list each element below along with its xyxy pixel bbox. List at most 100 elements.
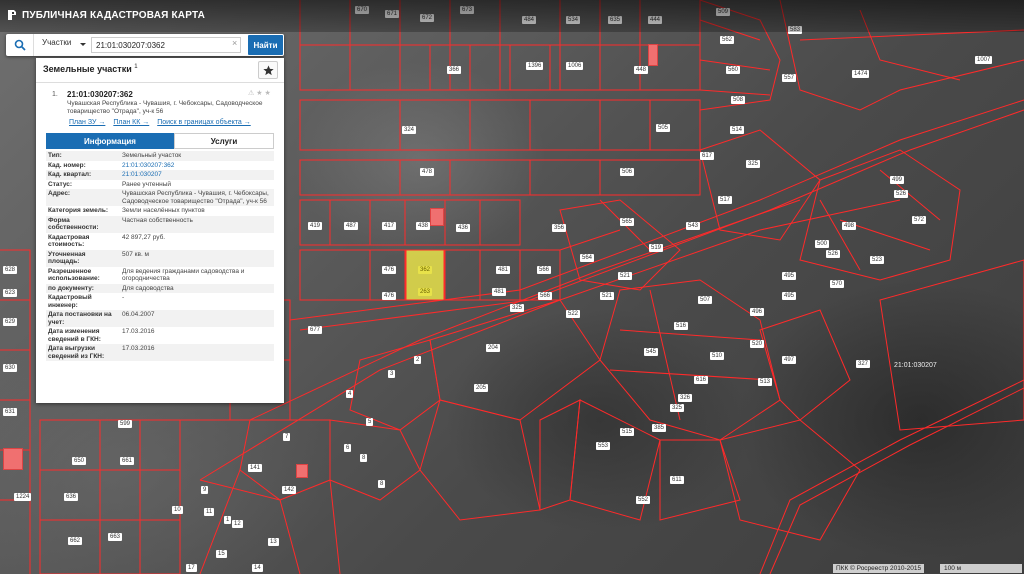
plot-label[interactable]: 11 — [204, 508, 215, 516]
result-cad-number[interactable]: 21:01:030207:362 — [67, 90, 133, 99]
plot-label[interactable]: 324 — [402, 126, 417, 134]
plot-label[interactable]: 476 — [382, 266, 397, 274]
plot-label[interactable]: 508 — [731, 96, 746, 104]
plot-label[interactable]: 611 — [670, 476, 684, 484]
search-input[interactable] — [91, 37, 241, 53]
plot-label[interactable]: 142 — [282, 486, 297, 494]
plot-label[interactable]: 10 — [172, 506, 183, 514]
plot-label[interactable]: 481 — [496, 266, 511, 274]
star-button[interactable] — [258, 61, 278, 79]
search-in-bounds-link[interactable]: Поиск в границах объекта → — [157, 119, 251, 126]
plot-label[interactable]: 487 — [344, 222, 359, 230]
search-icon[interactable] — [6, 34, 34, 56]
plot-label[interactable]: 570 — [830, 280, 845, 288]
plot-label[interactable]: 204 — [486, 344, 501, 352]
plot-label[interactable]: 516 — [674, 322, 689, 330]
plot-label[interactable]: 564 — [580, 254, 595, 262]
plot-label[interactable]: 326 — [678, 394, 693, 402]
plot-label[interactable]: 599 — [118, 420, 133, 428]
plot-label[interactable]: 630 — [3, 364, 18, 372]
plot-label[interactable]: 8 — [360, 454, 368, 462]
plot-label[interactable]: 3 — [388, 370, 396, 378]
plot-label[interactable]: 513 — [758, 378, 773, 386]
plot-label[interactable]: 572 — [912, 216, 927, 224]
plot-label[interactable]: 1474 — [852, 70, 870, 78]
plot-label[interactable]: 519 — [649, 244, 664, 252]
plot-label[interactable]: 5 — [366, 418, 374, 426]
plot-label[interactable]: 1006 — [566, 62, 584, 70]
plot-label[interactable]: 325 — [670, 404, 685, 412]
clear-icon[interactable]: × — [232, 38, 237, 48]
plot-label[interactable]: 8 — [378, 480, 386, 488]
plot-label[interactable]: 15 — [216, 550, 227, 558]
plot-label[interactable]: 13 — [268, 538, 279, 546]
selected-plot-label[interactable]: 263 — [418, 288, 433, 296]
plot-label[interactable]: 545 — [644, 348, 659, 356]
plot-label[interactable]: 498 — [842, 222, 857, 230]
plot-label[interactable]: 562 — [720, 36, 735, 44]
plot-label[interactable]: 495 — [782, 272, 797, 280]
plot-label[interactable]: 141 — [248, 464, 263, 472]
plan-zu-link[interactable]: План ЗУ → — [69, 119, 105, 126]
plot-label[interactable]: 1007 — [975, 56, 993, 64]
plot-label[interactable]: 6 — [344, 444, 352, 452]
plot-label[interactable]: 14 — [252, 564, 263, 572]
plot-label[interactable]: 500 — [815, 240, 830, 248]
plot-label[interactable]: 526 — [826, 250, 841, 258]
plot-label[interactable]: 662 — [68, 537, 83, 545]
plot-label[interactable]: 650 — [72, 457, 87, 465]
result-tools[interactable]: ⚠ ★ ★ — [248, 89, 271, 97]
plot-label[interactable]: 2 — [414, 356, 422, 364]
tab-information[interactable]: Информация — [46, 133, 174, 149]
plot-label[interactable]: 566 — [537, 266, 552, 274]
plot-label[interactable]: 629 — [3, 318, 18, 326]
plot-label[interactable]: 325 — [510, 304, 525, 312]
plot-label[interactable]: 496 — [750, 308, 765, 316]
plot-label[interactable]: 205 — [474, 384, 489, 392]
plot-label[interactable]: 448 — [634, 66, 649, 74]
tab-services[interactable]: Услуги — [174, 133, 274, 149]
plot-label[interactable]: 12 — [232, 520, 243, 528]
plot-label[interactable]: 436 — [456, 224, 471, 232]
plot-label[interactable]: 661 — [120, 457, 135, 465]
plot-label[interactable]: 523 — [870, 256, 885, 264]
plan-kk-link[interactable]: План КК → — [113, 119, 149, 126]
plot-label[interactable]: 631 — [3, 408, 18, 416]
plot-label[interactable]: 623 — [3, 289, 18, 297]
plot-label[interactable]: 521 — [600, 292, 615, 300]
search-scope-select[interactable]: Участки — [42, 38, 71, 52]
plot-label[interactable]: 9 — [201, 486, 209, 494]
plot-label[interactable]: 4 — [346, 390, 354, 398]
plot-label[interactable]: 616 — [694, 376, 709, 384]
attr-value-link[interactable]: 21:01:030207 — [120, 170, 274, 180]
plot-label[interactable]: 565 — [620, 218, 635, 226]
plot-label[interactable]: 514 — [730, 126, 745, 134]
plot-label[interactable]: 506 — [620, 168, 635, 176]
plot-label[interactable]: 566 — [538, 292, 553, 300]
plot-label[interactable]: 481 — [492, 288, 507, 296]
plot-label[interactable]: 677 — [308, 326, 323, 334]
plot-label[interactable]: 628 — [3, 266, 18, 274]
plot-label[interactable]: 515 — [620, 428, 635, 436]
plot-label[interactable]: 478 — [420, 168, 435, 176]
plot-label[interactable]: 552 — [636, 496, 651, 504]
plot-label[interactable]: 17 — [186, 564, 197, 572]
plot-label[interactable]: 543 — [686, 222, 701, 230]
plot-label[interactable]: 557 — [782, 74, 797, 82]
plot-label[interactable]: 510 — [710, 352, 725, 360]
plot-label[interactable]: 1396 — [526, 62, 544, 70]
plot-label[interactable]: 419 — [308, 222, 323, 230]
plot-label[interactable]: 327 — [856, 360, 871, 368]
plot-label[interactable]: 385 — [652, 424, 667, 432]
map-logo-icon[interactable] — [6, 9, 18, 21]
plot-label[interactable]: 507 — [698, 296, 713, 304]
plot-label[interactable]: 1 — [224, 516, 232, 524]
selected-plot-label[interactable]: 362 — [418, 266, 433, 274]
plot-label[interactable]: 499 — [890, 176, 905, 184]
chevron-down-icon[interactable] — [80, 43, 86, 46]
plot-label[interactable]: 517 — [718, 196, 733, 204]
plot-label[interactable]: 7 — [283, 433, 291, 441]
plot-label[interactable]: 617 — [700, 152, 715, 160]
plot-label[interactable]: 520 — [750, 340, 765, 348]
plot-label[interactable]: 417 — [382, 222, 397, 230]
